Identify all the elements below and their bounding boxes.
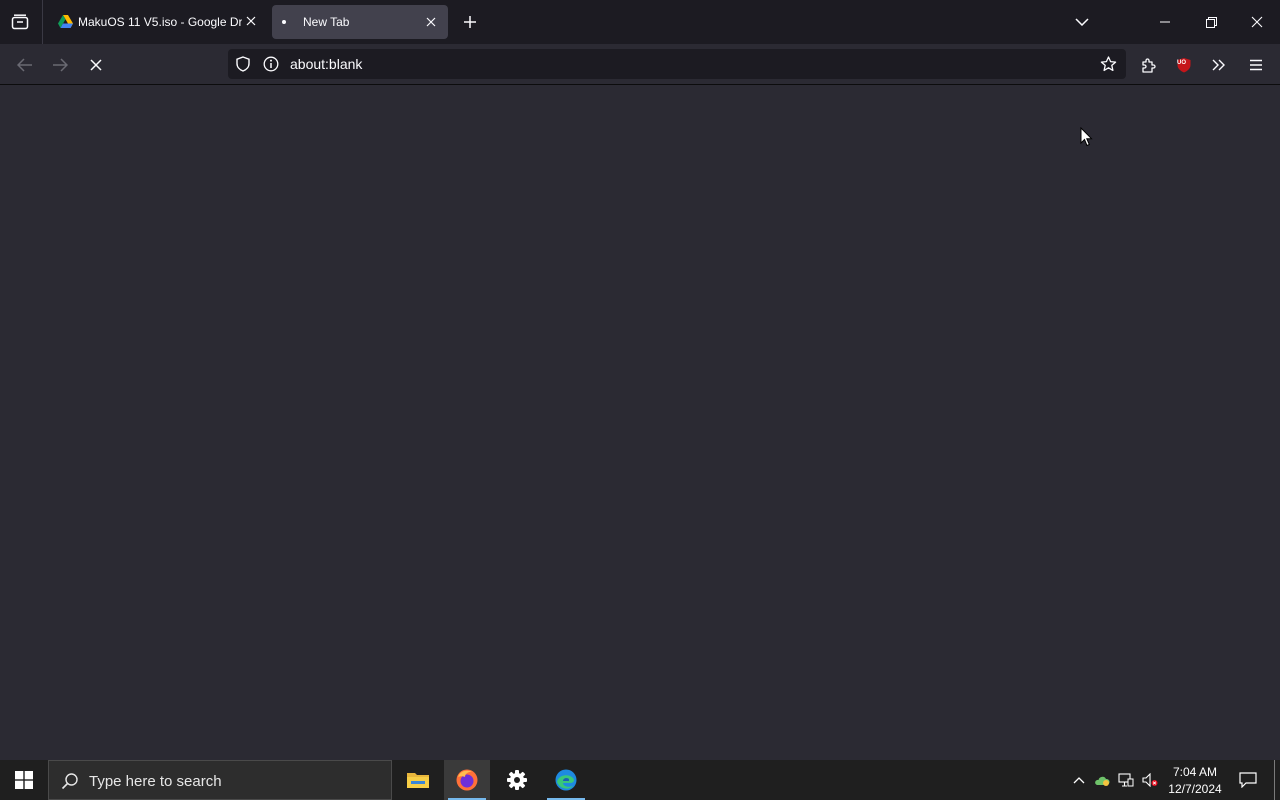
back-button[interactable] [12, 52, 38, 78]
tracking-protection-button[interactable] [236, 56, 250, 77]
firefox-view-icon [11, 14, 29, 30]
chevron-up-icon [1073, 777, 1085, 784]
clock-time: 7:04 AM [1172, 765, 1218, 779]
url-text[interactable]: about:blank [290, 56, 362, 72]
minimize-icon [1160, 21, 1170, 23]
tab-google-drive[interactable]: MakuOS 11 V5.iso - Google Drive [48, 5, 266, 39]
forward-button[interactable] [47, 52, 73, 78]
app-menu-button[interactable] [1243, 52, 1269, 78]
list-all-tabs-button[interactable] [1070, 10, 1094, 34]
restore-icon [1205, 16, 1217, 28]
bookmark-button[interactable] [1100, 56, 1117, 77]
clock-date: 12/7/2024 [1168, 782, 1222, 796]
firefox-icon [456, 769, 478, 791]
page-content[interactable] [0, 85, 1280, 760]
taskbar-firefox[interactable] [444, 760, 490, 800]
restore-button[interactable] [1188, 0, 1234, 44]
cloud-sync-icon [1095, 776, 1110, 786]
dot-icon [282, 20, 286, 24]
show-hidden-icons-button[interactable] [1068, 760, 1090, 800]
volume-button[interactable] [1139, 760, 1161, 800]
firefox-view-button[interactable] [8, 10, 32, 34]
folder-icon [407, 773, 429, 788]
taskbar-search-box[interactable]: Type here to search [48, 760, 392, 800]
address-bar[interactable]: about:blank [228, 49, 1126, 79]
ublock-badge: UO [1177, 60, 1186, 66]
taskbar-settings[interactable] [494, 760, 540, 800]
tab-close-button[interactable] [244, 13, 258, 29]
action-center-button[interactable] [1228, 760, 1268, 800]
star-icon [1100, 56, 1117, 72]
start-button[interactable] [0, 760, 48, 800]
tab-title: New Tab [303, 15, 350, 29]
close-icon [1251, 16, 1263, 28]
tab-new-tab[interactable]: New Tab [272, 5, 448, 39]
network-icon [1118, 773, 1134, 787]
taskbar-edge[interactable] [543, 760, 589, 800]
network-button[interactable] [1115, 760, 1137, 800]
extensions-button[interactable] [1136, 52, 1162, 78]
double-chevron-right-icon [1212, 59, 1225, 71]
new-tab-button[interactable] [458, 10, 482, 34]
more-tools-button[interactable] [1206, 52, 1232, 78]
tab-strip: MakuOS 11 V5.iso - Google Drive New Tab [0, 0, 1280, 44]
arrow-right-icon [53, 58, 68, 72]
taskbar-file-explorer[interactable] [395, 760, 441, 800]
notification-icon [1239, 772, 1257, 788]
taskbar: Type here to search 7:04 AM 12/7/2024 [0, 760, 1280, 800]
ublock-origin-button[interactable]: UO [1171, 52, 1197, 78]
tab-separator [42, 0, 43, 44]
search-placeholder: Type here to search [89, 773, 222, 790]
mouse-pointer-icon [1080, 127, 1093, 147]
tab-title: MakuOS 11 V5.iso - Google Drive [78, 15, 242, 29]
system-clock[interactable]: 7:04 AM 12/7/2024 [1163, 764, 1227, 798]
tab-close-button[interactable] [423, 14, 439, 30]
close-icon [246, 16, 256, 26]
shield-icon [236, 56, 250, 72]
stop-icon [90, 59, 102, 71]
arrow-left-icon [17, 58, 32, 72]
site-info-button[interactable] [263, 56, 279, 77]
hamburger-icon [1250, 59, 1262, 71]
puzzle-icon [1142, 58, 1156, 73]
search-icon [61, 773, 78, 790]
plus-icon [464, 16, 476, 28]
info-icon [263, 56, 279, 72]
windows-icon [15, 771, 33, 789]
google-drive-icon [58, 15, 73, 28]
navigation-toolbar: about:blank UO [0, 44, 1280, 85]
close-icon [426, 17, 436, 27]
minimize-button[interactable] [1142, 0, 1188, 44]
stop-loading-button[interactable] [83, 52, 109, 78]
show-desktop-button[interactable] [1274, 760, 1275, 800]
chevron-down-icon [1075, 18, 1089, 26]
edge-icon [555, 769, 577, 791]
gear-icon [507, 770, 527, 790]
close-window-button[interactable] [1234, 0, 1280, 44]
tray-app-button[interactable] [1091, 760, 1113, 800]
volume-muted-icon [1142, 773, 1158, 787]
